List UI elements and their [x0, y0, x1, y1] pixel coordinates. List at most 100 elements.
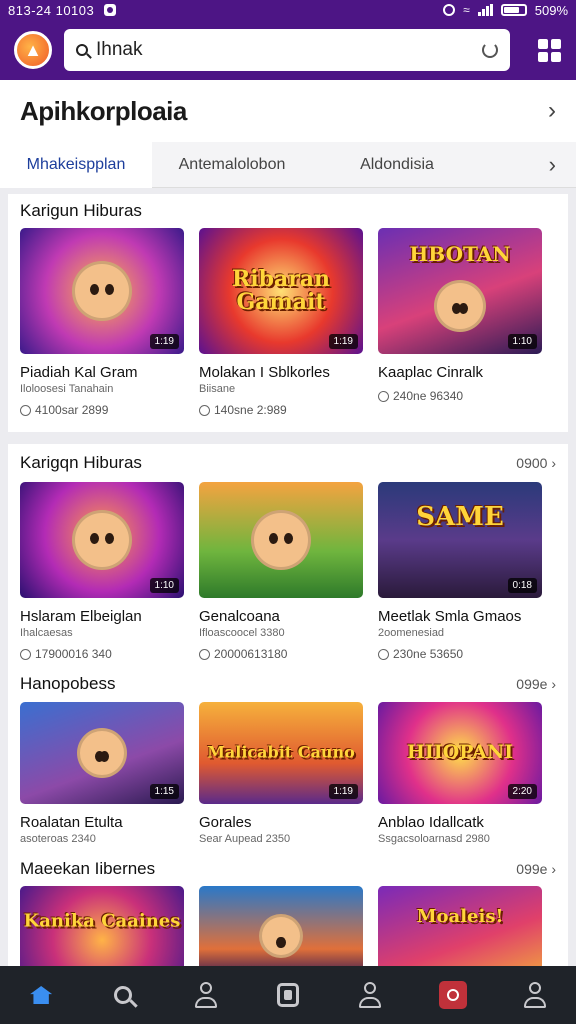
game-thumbnail: HBOTAN 1:10 — [378, 228, 542, 354]
game-logo-text: Kanika Caaines — [23, 910, 181, 932]
card-title: Piadiah Kal Gram — [20, 364, 138, 381]
clock-icon — [20, 648, 31, 660]
duration-badge: 1:19 — [328, 784, 358, 799]
section-2: Karigqn Hiburas 0900 › 1:10 Hslaram Elbe… — [8, 444, 568, 666]
bottom-navigation — [0, 966, 576, 1024]
status-time: 813-24 10103 — [8, 2, 95, 18]
wifi-icon: ≈ — [463, 3, 470, 17]
account-icon — [358, 982, 382, 1008]
duration-badge: 1:15 — [149, 784, 179, 799]
game-logo-text: HBOTAN — [409, 242, 511, 266]
nav-search[interactable] — [103, 975, 143, 1015]
game-thumbnail: 1:15 — [20, 702, 184, 804]
card-meta: 17900016 340 — [20, 647, 184, 661]
search-bar[interactable] — [64, 29, 510, 71]
app-logo-icon[interactable]: ▲ — [14, 31, 52, 69]
tabs-next-icon[interactable]: › — [549, 152, 556, 178]
signal-icon — [477, 4, 493, 16]
see-all-link[interactable]: 099e › — [516, 676, 556, 692]
app-bar: ▲ — [0, 20, 576, 80]
card-subtitle: Sear Aupead 2350 — [199, 833, 291, 845]
section-4: Maeekan Iibernes 099e › Kanika Caaines M… — [8, 852, 568, 966]
card-subtitle: Ihalcaesas — [20, 627, 73, 639]
nav-user[interactable] — [515, 975, 555, 1015]
clock-icon — [20, 404, 31, 416]
record-icon — [438, 981, 467, 1009]
game-card[interactable]: SAME 0:18 Meetlak Smla Gmaos 2oomenesiad… — [378, 482, 542, 661]
card-subtitle: Iloloosesi Tanahain — [20, 383, 114, 395]
game-thumbnail: 1:10 — [20, 482, 184, 598]
nav-account[interactable] — [350, 975, 390, 1015]
user-icon — [523, 982, 547, 1008]
card-title: Meetlak Smla Gmaos — [378, 608, 522, 625]
game-logo-text: Malicabit Cauno — [207, 742, 355, 762]
refresh-icon[interactable] — [482, 42, 498, 58]
game-card[interactable]: 1:10 Hslaram Elbeiglan Ihalcaesas 179000… — [20, 482, 184, 661]
game-thumbnail: Malicabit Cauno 1:19 — [199, 702, 363, 804]
game-card[interactable]: Kanika Caaines — [20, 886, 184, 966]
nav-profile[interactable] — [186, 975, 226, 1015]
card-subtitle: Biisane — [199, 383, 236, 395]
card-meta: 20000613180 — [199, 647, 363, 661]
game-logo-text: HIIOPANI — [406, 741, 514, 764]
tab-1[interactable]: Mhakeispplan — [0, 141, 152, 188]
home-icon — [30, 986, 53, 1004]
apps-grid-button[interactable] — [536, 37, 562, 63]
card-meta: 140sne 2:989 — [199, 403, 363, 417]
duration-badge: 0:18 — [507, 578, 537, 593]
tab-3[interactable]: Aldondisia — [312, 142, 482, 188]
status-bar: 813-24 10103 ≈ 509% — [0, 0, 576, 20]
card-subtitle: Ssgacsoloarnasd 2980 — [378, 833, 490, 845]
game-thumbnail: 1:19 — [20, 228, 184, 354]
game-card[interactable] — [199, 886, 363, 966]
game-card[interactable]: Malicabit Cauno 1:19 Gorales Sear Aupead… — [199, 702, 363, 845]
card-title: Roalatan Etulta — [20, 814, 123, 831]
duration-badge: 1:10 — [507, 334, 537, 349]
section-title: Karigqn Hiburas — [20, 453, 142, 472]
section-title: Karigun Hiburas — [20, 201, 142, 220]
section-title: Hanopobess — [20, 674, 116, 693]
search-icon — [76, 44, 88, 56]
battery-level: 509% — [534, 2, 568, 18]
game-thumbnail — [199, 886, 363, 966]
game-card[interactable]: 1:15 Roalatan Etulta asoteroas 2340 — [20, 702, 184, 845]
page-header[interactable]: Apihkorploaia › — [0, 80, 576, 142]
game-thumbnail: Ribaran Gamait 1:19 — [199, 228, 363, 354]
page-title: Apihkorploaia — [20, 95, 187, 126]
card-title: Gorales — [199, 814, 252, 831]
card-title: Hslaram Elbeiglan — [20, 608, 142, 625]
see-all-link[interactable]: 099e › — [516, 861, 556, 877]
game-thumbnail: Kanika Caaines — [20, 886, 184, 966]
battery-icon — [500, 4, 527, 16]
game-card[interactable]: Ribaran Gamait 1:19 Molakan I Sblkorles … — [199, 228, 363, 417]
section-3: Hanopobess 099e › 1:15 Roalatan Etulta a… — [8, 666, 568, 852]
game-thumbnail: SAME 0:18 — [378, 482, 542, 598]
nav-record[interactable] — [433, 975, 473, 1015]
library-icon — [276, 983, 299, 1007]
card-title: Anblao Idallcatk — [378, 814, 484, 831]
nav-home[interactable] — [21, 975, 61, 1015]
game-thumbnail: HIIOPANI 2:20 — [378, 702, 542, 804]
game-card[interactable]: 1:19 Piadiah Kal Gram Iloloosesi Tanahai… — [20, 228, 184, 417]
duration-badge: 1:19 — [149, 334, 179, 349]
game-thumbnail — [199, 482, 363, 598]
card-subtitle: Ifloascoocel 3380 — [199, 627, 285, 639]
notification-icon — [104, 4, 117, 16]
clock-icon — [199, 404, 210, 416]
card-title: Molakan I Sblkorles — [199, 364, 330, 381]
game-card[interactable]: HBOTAN 1:10 Kaaplac Cinralk 240ne 96340 — [378, 228, 542, 417]
game-thumbnail: Moaleis! — [378, 886, 542, 966]
alarm-icon — [443, 4, 456, 16]
game-card[interactable]: HIIOPANI 2:20 Anblao Idallcatk Ssgacsolo… — [378, 702, 542, 845]
chevron-right-icon: › — [548, 97, 556, 124]
nav-library[interactable] — [268, 975, 308, 1015]
card-meta: 4100sar 2899 — [20, 403, 184, 417]
clock-icon — [378, 390, 389, 402]
card-title: Kaaplac Cinralk — [378, 364, 484, 381]
search-input[interactable] — [96, 39, 482, 61]
card-meta: 230ne 53650 — [378, 647, 542, 661]
tab-2[interactable]: Antemalolobon — [152, 142, 312, 188]
game-card[interactable]: Genalcoana Ifloascoocel 3380 20000613180 — [199, 482, 363, 661]
game-card[interactable]: Moaleis! — [378, 886, 542, 966]
see-all-link[interactable]: 0900 › — [516, 455, 556, 471]
